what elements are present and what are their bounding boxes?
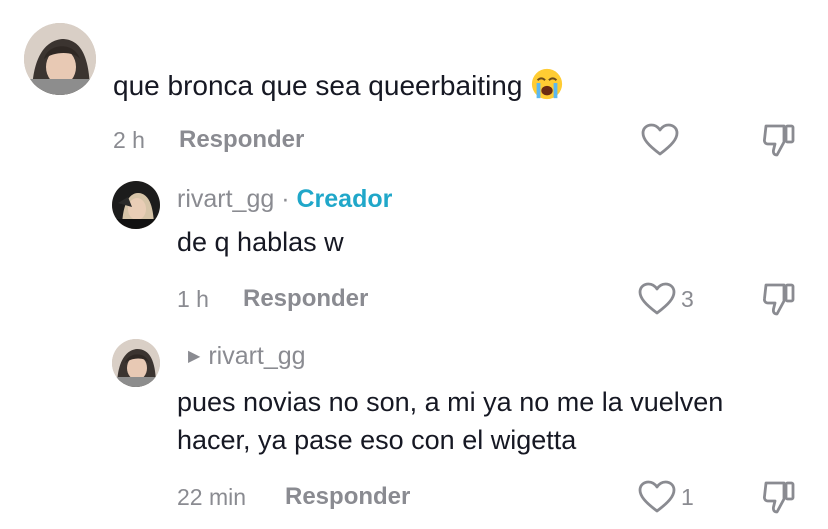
reply-button[interactable]: Responder <box>285 483 410 511</box>
reply-text: de q hablas w <box>177 227 344 257</box>
like-count: 1 <box>681 484 694 510</box>
like-button[interactable] <box>638 282 676 316</box>
like-count: 3 <box>681 286 694 312</box>
dislike-button[interactable] <box>762 281 796 317</box>
reply-button[interactable]: Responder <box>243 285 368 313</box>
like-button[interactable] <box>641 123 679 157</box>
avatar-photo <box>24 23 96 95</box>
reply-text-line-1: pues novias no son, a mi ya no me la vue… <box>177 387 724 417</box>
avatar-photo <box>112 339 160 387</box>
avatar[interactable] <box>112 339 160 387</box>
thumbs-down-icon <box>763 481 795 514</box>
reply-timestamp: 1 h <box>177 286 209 312</box>
avatar[interactable] <box>112 181 160 229</box>
comment-text: que bronca que sea queerbaiting <box>113 67 564 105</box>
thumbs-down-icon <box>763 283 795 316</box>
reply-timestamp: 22 min <box>177 484 247 510</box>
reply-to-indicator[interactable]: ▶ rivart_gg <box>188 342 306 371</box>
like-button[interactable] <box>638 480 676 514</box>
heart-icon <box>638 480 676 513</box>
avatar[interactable] <box>24 23 96 95</box>
comment-thread: que bronca que sea queerbaiting 2 h Resp… <box>0 0 828 529</box>
creator-badge: Creador <box>296 185 393 213</box>
dislike-button[interactable] <box>762 479 796 515</box>
loudly-crying-face-emoji-icon <box>532 68 563 100</box>
comment-body: que bronca que sea queerbaiting <box>113 70 523 101</box>
separator: · <box>274 185 297 213</box>
caret-right-icon: ▶ <box>188 348 201 365</box>
comment-timestamp: 2 h <box>113 127 145 153</box>
dislike-button[interactable] <box>762 122 796 158</box>
reply-author: rivart_gg · Creador <box>177 185 392 214</box>
thumbs-down-icon <box>763 124 795 157</box>
heart-icon <box>638 282 676 315</box>
reply-to-username: rivart_gg <box>208 342 306 370</box>
username[interactable]: rivart_gg <box>177 185 274 213</box>
avatar-photo <box>112 181 160 229</box>
reply-button[interactable]: Responder <box>179 126 304 154</box>
reply-text-line-2: hacer, ya pase eso con el wigetta <box>177 425 577 455</box>
heart-icon <box>641 123 679 156</box>
